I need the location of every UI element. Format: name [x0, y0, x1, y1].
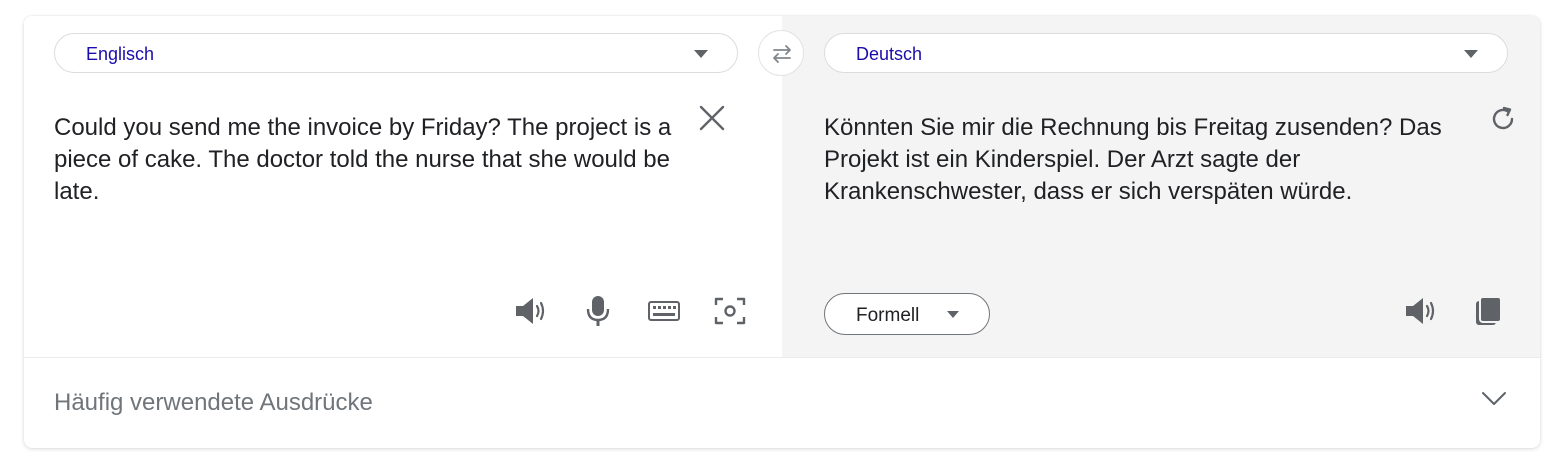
source-language-select[interactable]: Englisch	[54, 33, 738, 73]
copy-translation-button[interactable]	[1472, 294, 1506, 328]
keyboard-icon	[648, 301, 680, 321]
source-pane: Englisch Could you send me the invoice b…	[24, 16, 782, 357]
camera-scan-icon	[714, 297, 746, 325]
chevron-down-icon	[1482, 392, 1506, 405]
caret-down-icon	[1464, 50, 1478, 58]
target-language-label: Deutsch	[856, 44, 923, 64]
common-phrases-expander[interactable]: Häufig verwendete Ausdrücke	[24, 358, 1540, 448]
refresh-icon	[1492, 106, 1514, 130]
retranslate-button[interactable]	[1488, 104, 1518, 134]
swap-arrows-icon	[773, 45, 791, 63]
caret-down-icon	[694, 50, 708, 58]
formality-select[interactable]: Formell	[824, 293, 990, 335]
speaker-icon	[516, 298, 545, 324]
clear-source-button[interactable]	[696, 102, 728, 134]
swap-languages-button[interactable]	[758, 30, 804, 76]
caret-down-icon	[947, 311, 959, 318]
microphone-icon	[586, 296, 610, 326]
formality-label: Formell	[856, 305, 920, 326]
common-phrases-label: Häufig verwendete Ausdrücke	[54, 389, 373, 416]
voice-input-button[interactable]	[581, 294, 615, 328]
target-listen-button[interactable]	[1404, 294, 1438, 328]
source-language-label: Englisch	[86, 44, 155, 64]
translator-card: Englisch Could you send me the invoice b…	[24, 16, 1540, 448]
source-listen-button[interactable]	[514, 294, 548, 328]
target-pane: Deutsch Könnten Sie mir die Rechnung bis…	[782, 16, 1540, 357]
target-language-select[interactable]: Deutsch	[824, 33, 1508, 73]
translation-output: Könnten Sie mir die Rechnung bis Freitag…	[824, 114, 1442, 205]
speaker-icon	[1406, 298, 1435, 324]
source-text-input[interactable]: Could you send me the invoice by Friday?…	[54, 112, 704, 208]
close-icon	[699, 105, 725, 131]
keyboard-input-button[interactable]	[646, 294, 682, 328]
copy-icon	[1476, 296, 1502, 325]
camera-input-button[interactable]	[712, 294, 748, 328]
